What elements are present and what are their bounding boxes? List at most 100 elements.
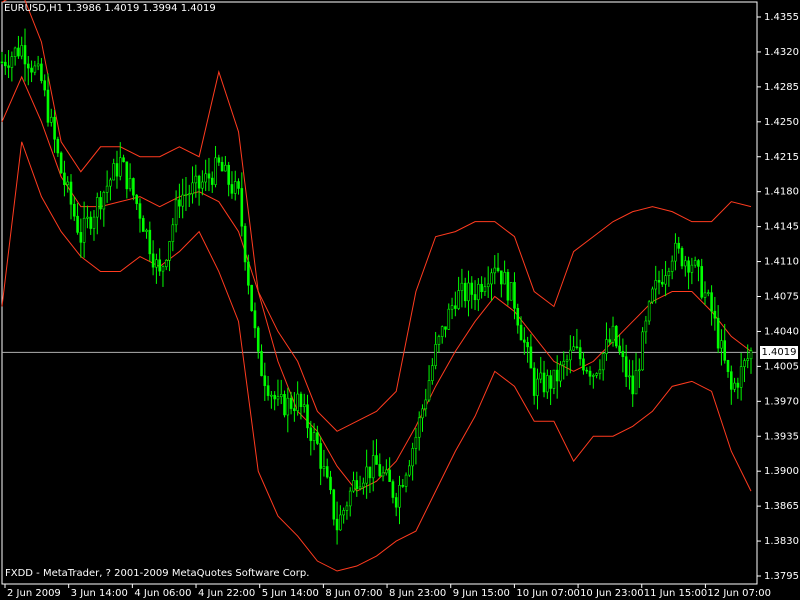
middle-band-line bbox=[1, 75, 752, 492]
candle-body bbox=[59, 152, 63, 174]
candle-body bbox=[181, 194, 184, 207]
candle-body bbox=[493, 267, 497, 274]
candle-body bbox=[388, 469, 391, 482]
candle-body bbox=[355, 480, 359, 489]
candle-body bbox=[358, 486, 362, 489]
candle-body bbox=[546, 375, 549, 393]
y-tick-label: 1.3865 bbox=[764, 501, 799, 512]
x-tick-label: 10 Jun 07:00 bbox=[516, 588, 580, 599]
x-tick-label: 5 Jun 14:00 bbox=[262, 588, 319, 599]
candle-body bbox=[463, 282, 467, 302]
candle-body bbox=[408, 465, 411, 476]
candle-body bbox=[661, 281, 664, 285]
candle-body bbox=[519, 324, 523, 341]
candle-body bbox=[56, 138, 60, 154]
candle-body bbox=[677, 242, 681, 249]
candle-body bbox=[115, 163, 119, 177]
candle-body bbox=[20, 45, 24, 57]
candle-body bbox=[582, 358, 585, 371]
candle-body bbox=[683, 260, 687, 267]
candle-body bbox=[394, 497, 398, 508]
candle-body bbox=[628, 375, 631, 378]
candle-body bbox=[204, 173, 207, 183]
candle-body bbox=[92, 216, 96, 229]
candle-body bbox=[467, 282, 470, 302]
candle-body bbox=[552, 369, 556, 389]
chart-info: EURUSD,H1 1.3986 1.4019 1.3994 1.4019 bbox=[4, 3, 216, 14]
candle-body bbox=[319, 443, 322, 469]
candle-body bbox=[378, 464, 382, 477]
candle-body bbox=[95, 197, 99, 218]
chart-window: 1.4355 1.4320 1.4285 1.4250 1.4215 1.4180 1.41… bbox=[0, 0, 800, 600]
candle-body bbox=[155, 259, 158, 268]
candle-body bbox=[601, 353, 605, 371]
candle-body bbox=[687, 260, 690, 273]
candle-body bbox=[266, 385, 270, 396]
candle-body bbox=[706, 292, 710, 294]
candle-body bbox=[43, 80, 47, 91]
copyright-text: FXDD - MetaTrader, ? 2001-2009 MetaQuote… bbox=[5, 568, 310, 579]
candle-body bbox=[270, 394, 273, 397]
x-tick-label: 3 Jun 14:00 bbox=[71, 588, 128, 599]
x-tick-label: 11 Jun 15:00 bbox=[644, 588, 708, 599]
candle-body bbox=[7, 65, 10, 68]
candle-body bbox=[615, 325, 618, 347]
candle-body bbox=[171, 224, 175, 242]
candle-body bbox=[726, 359, 730, 372]
candle-body bbox=[250, 284, 253, 312]
candle-body bbox=[631, 375, 635, 395]
candle-body bbox=[118, 157, 122, 177]
candle-body bbox=[243, 225, 247, 263]
candle-body bbox=[460, 282, 464, 291]
candle-body bbox=[132, 178, 135, 196]
candle-body bbox=[286, 397, 290, 416]
candle-body bbox=[332, 489, 336, 520]
candle-body bbox=[569, 349, 572, 361]
candle-body bbox=[263, 375, 267, 386]
current-price-label: 1.4019 bbox=[760, 346, 798, 359]
candle-body bbox=[325, 466, 329, 478]
y-tick-label: 1.4250 bbox=[764, 117, 799, 128]
symbol-label: EURUSD,H1 bbox=[4, 3, 64, 14]
y-tick-label: 1.3830 bbox=[764, 536, 799, 547]
candle-body bbox=[572, 346, 575, 351]
candle-body bbox=[710, 292, 713, 312]
candle-body bbox=[362, 482, 365, 488]
candle-body bbox=[352, 480, 355, 492]
candle-body bbox=[187, 193, 191, 196]
candle-body bbox=[214, 157, 217, 185]
candle-body bbox=[105, 185, 109, 193]
y-tick-label: 1.4005 bbox=[764, 361, 799, 372]
y-tick-label: 1.3795 bbox=[764, 571, 799, 582]
candle-body bbox=[345, 505, 349, 511]
candle-body bbox=[716, 317, 720, 349]
candle-body bbox=[125, 161, 129, 190]
candle-body bbox=[470, 282, 474, 295]
candle-body bbox=[424, 399, 428, 410]
candle-body bbox=[145, 229, 148, 232]
candle-body bbox=[404, 474, 408, 487]
candle-body bbox=[565, 359, 569, 362]
candle-body bbox=[207, 173, 211, 179]
candle-body bbox=[46, 89, 50, 123]
candle-body bbox=[260, 351, 263, 377]
x-tick-label: 12 Jun 07:00 bbox=[707, 588, 771, 599]
candle-body bbox=[598, 369, 602, 374]
candle-body bbox=[371, 455, 375, 479]
candle-body bbox=[431, 365, 434, 381]
candle-body bbox=[480, 283, 483, 293]
candle-body bbox=[477, 283, 480, 301]
candle-body bbox=[624, 356, 628, 377]
candle-body bbox=[335, 518, 339, 531]
candle-body bbox=[440, 326, 444, 337]
candle-body bbox=[657, 280, 661, 283]
price-chart[interactable]: 1.4355 1.4320 1.4285 1.4250 1.4215 1.4180 1.41… bbox=[0, 0, 800, 600]
candle-body bbox=[161, 266, 165, 272]
candle-body bbox=[36, 63, 40, 67]
candle-body bbox=[654, 280, 658, 290]
candle-body bbox=[421, 408, 424, 419]
candle-body bbox=[82, 217, 86, 243]
candle-body bbox=[49, 116, 53, 123]
candle-body bbox=[457, 290, 460, 309]
candle-body bbox=[0, 61, 4, 64]
